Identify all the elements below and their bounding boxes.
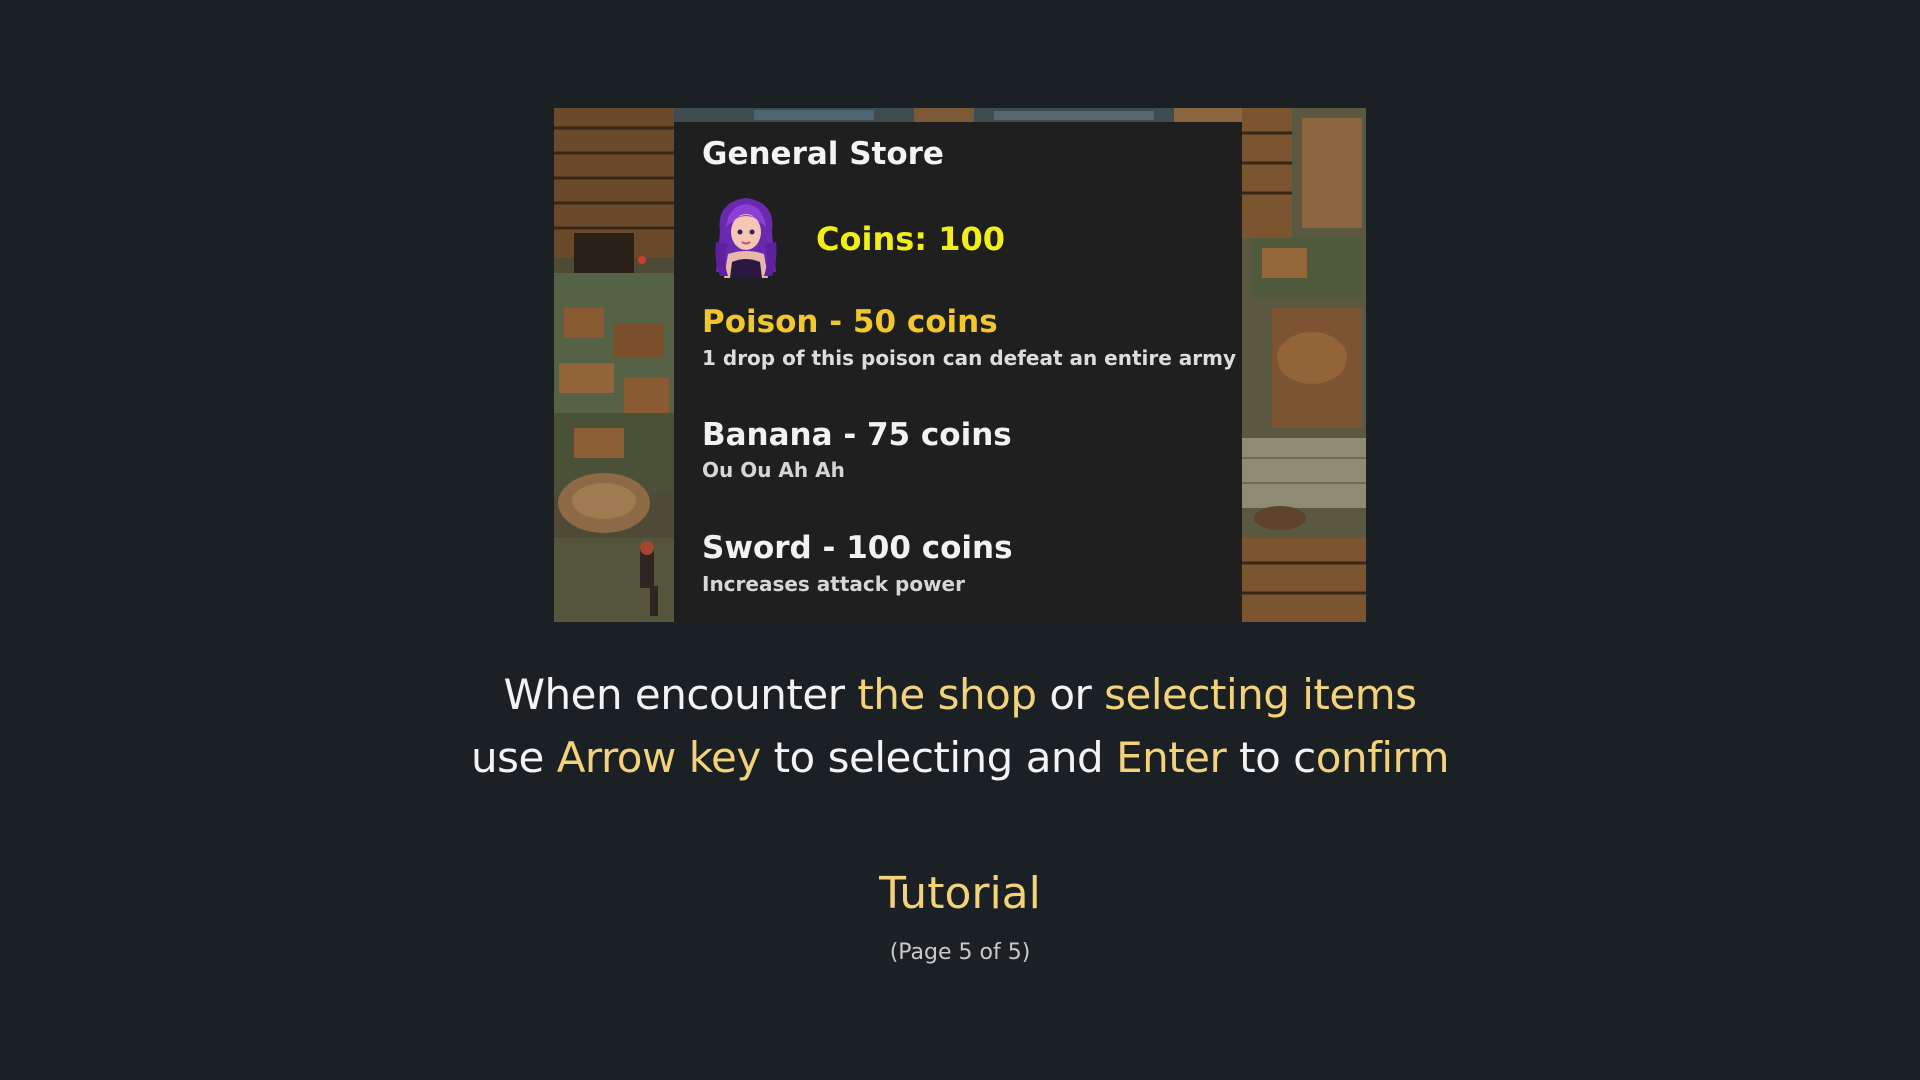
store-title: General Store — [702, 136, 944, 172]
caption-highlight: the shop — [857, 670, 1037, 719]
coins-counter: Coins: 100 — [816, 220, 1005, 258]
tutorial-title: Tutorial — [879, 868, 1041, 919]
map-background-left — [554, 108, 674, 622]
caption-segment: to c — [1226, 733, 1316, 782]
caption-segment: to selecting and — [760, 733, 1117, 782]
page-indicator: (Page 5 of 5) — [889, 940, 1031, 965]
shop-item-sword-name[interactable]: Sword - 100 coins — [702, 530, 1013, 566]
instruction-line-2: use Arrow key to selecting and Enter to … — [0, 733, 1920, 782]
shop-item-banana-name[interactable]: Banana - 75 coins — [702, 417, 1012, 453]
shop-dialog: General Store Coins: 100 Poison - 50 coi… — [674, 122, 1242, 622]
shop-item-sword-description: Increases attack power — [702, 572, 965, 596]
caption-highlight: selecting items — [1104, 670, 1417, 719]
caption-highlight: Arrow key — [556, 733, 762, 782]
caption-highlight: Enter — [1116, 733, 1227, 782]
merchant-portrait — [706, 192, 786, 278]
caption-segment: or — [1036, 670, 1105, 719]
caption-segment: use — [471, 733, 557, 782]
shop-item-banana-description: Ou Ou Ah Ah — [702, 458, 845, 482]
map-background-top — [674, 108, 1242, 122]
shop-item-poison-name[interactable]: Poison - 50 coins — [702, 304, 998, 340]
caption-segment: When encounter — [503, 670, 858, 719]
instruction-line-1: When encounter the shop or selecting ite… — [0, 670, 1920, 719]
shop-item-poison-description: 1 drop of this poison can defeat an enti… — [702, 346, 1237, 370]
shop-screenshot: General Store Coins: 100 Poison - 50 coi… — [554, 108, 1366, 622]
tutorial-page: General Store Coins: 100 Poison - 50 coi… — [0, 0, 1920, 1080]
caption-highlight: onfirm — [1315, 733, 1450, 782]
map-background-right — [1242, 108, 1366, 622]
